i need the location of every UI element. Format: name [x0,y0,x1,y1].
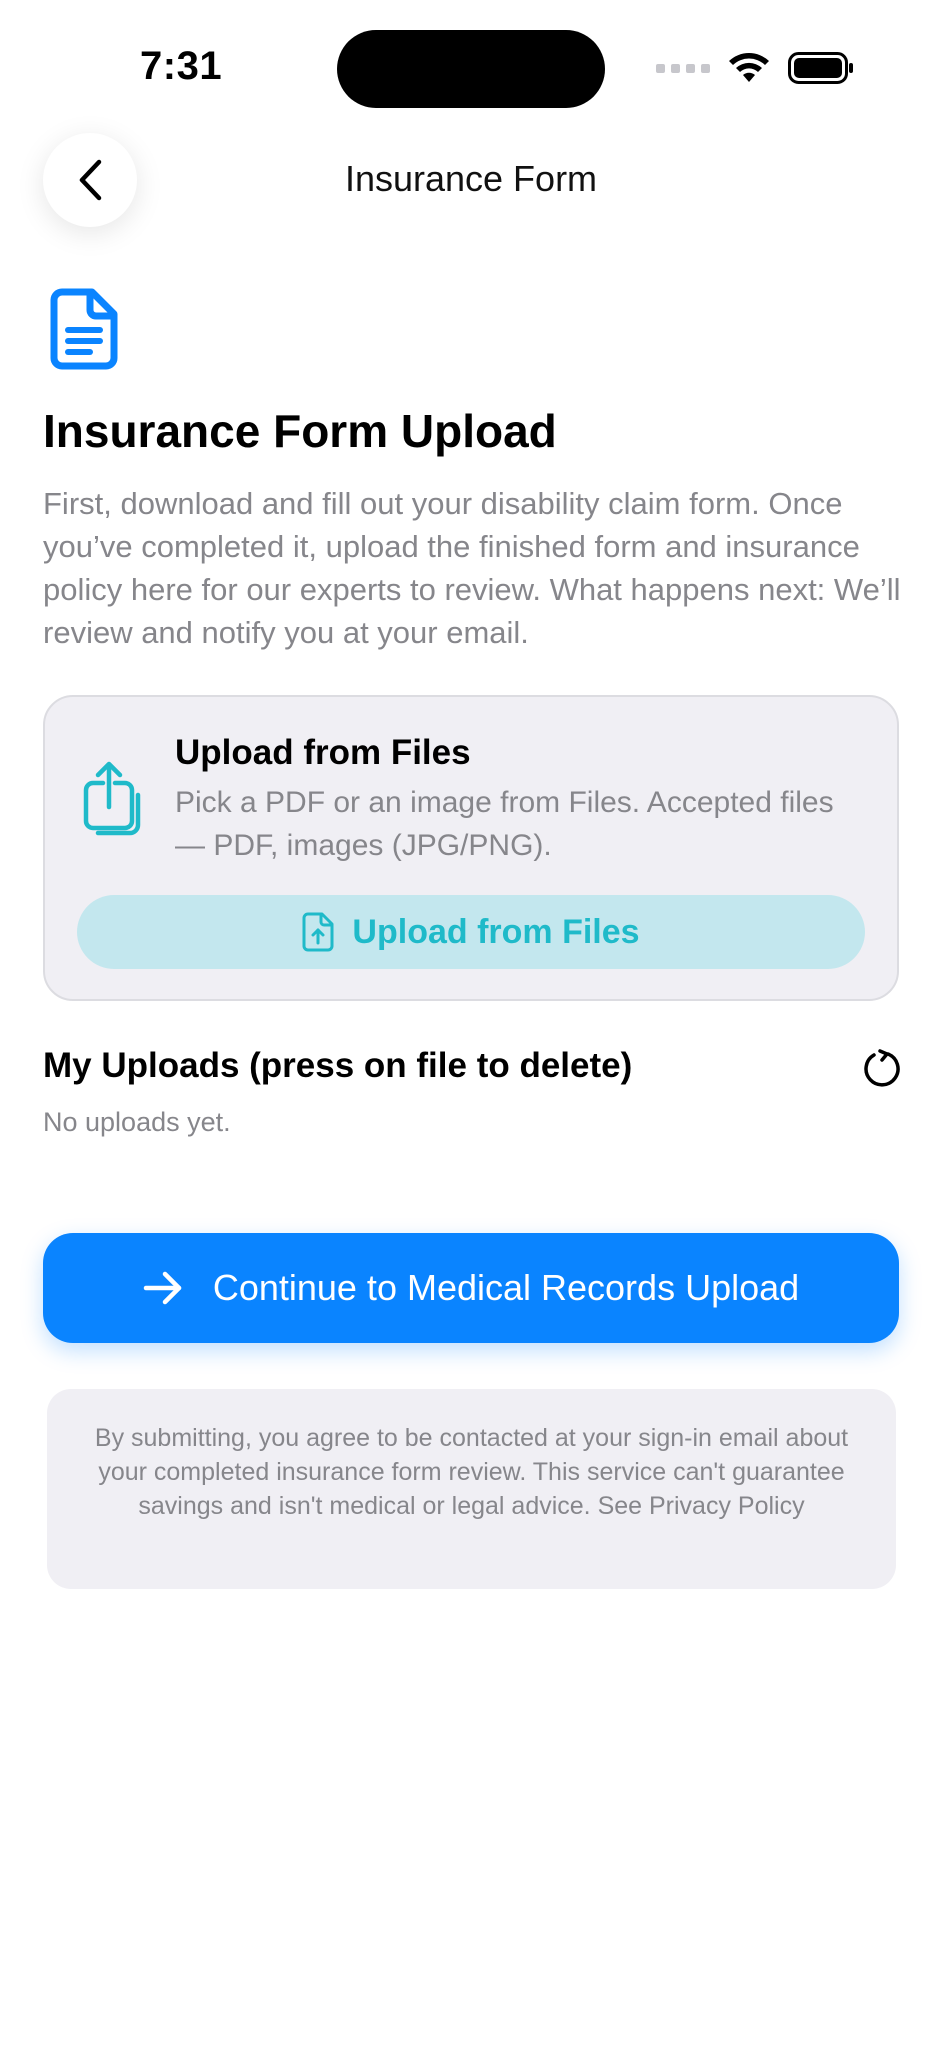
cellular-signal-icon [656,63,710,73]
page-description: First, download and fill out your disabi… [43,486,901,650]
upload-card-title: Upload from Files [175,733,471,772]
status-icons [656,52,854,84]
refresh-icon[interactable] [862,1048,902,1088]
document-text-icon [50,288,118,370]
arrow-right-icon [143,1271,182,1305]
dynamic-island [337,30,605,108]
page-title: Insurance Form Upload [43,405,557,457]
upload-button-label: Upload from Files [352,912,640,951]
screen-title: Insurance Form [344,158,598,199]
battery-icon [788,52,853,84]
share-upload-icon [83,761,141,836]
disclaimer-text: By submitting, you agree to be contacted… [94,1424,849,1520]
uploads-empty-state: No uploads yet. [43,1107,231,1137]
insurance-form-screen: 7:31 Insurance Form Insurance Form Uploa… [0,0,942,2048]
upload-from-files-card: Upload from Files Pick a PDF or an image… [43,695,899,1001]
upload-card-description: Pick a PDF or an image from Files. Accep… [175,786,834,862]
continue-button-label: Continue to Medical Records Upload [212,1267,800,1308]
continue-button[interactable]: Continue to Medical Records Upload [43,1233,899,1343]
my-uploads-title: My Uploads (press on file to delete) [43,1046,633,1085]
disclaimer-box: By submitting, you agree to be contacted… [47,1389,896,1589]
upload-from-files-button[interactable]: Upload from Files [77,895,865,969]
wifi-icon [729,53,769,82]
file-upload-icon [302,912,334,952]
status-time: 7:31 [140,44,223,88]
